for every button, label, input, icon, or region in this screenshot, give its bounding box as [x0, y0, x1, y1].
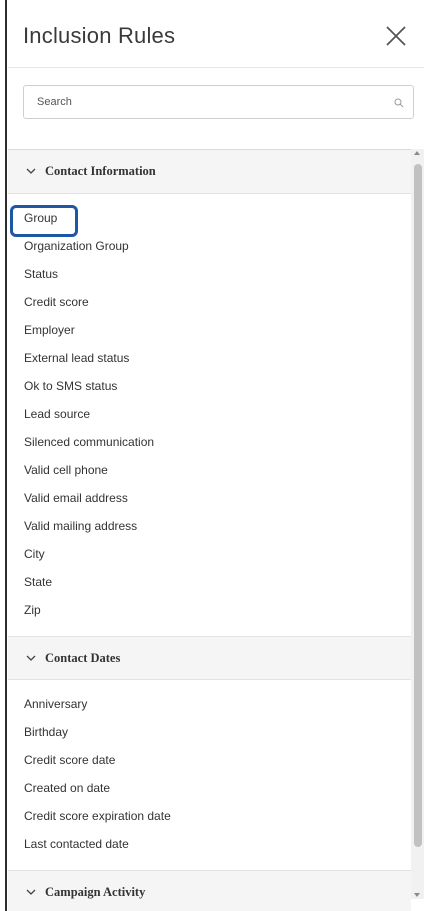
list-item-label: Lead source [24, 407, 91, 421]
list-item[interactable]: City [8, 540, 411, 568]
list-item-label: Valid mailing address [24, 519, 138, 533]
list-item-label: Last contacted date [24, 837, 129, 851]
inclusion-rules-panel: Inclusion Rules Contact Information Grou… [8, 8, 424, 911]
list-item-label: Created on date [24, 781, 111, 795]
section-header-contact-dates[interactable]: Contact Dates [8, 636, 411, 680]
list-item[interactable]: Created on date [8, 774, 411, 802]
list-item-label: City [24, 547, 45, 561]
list-item[interactable]: Valid cell phone [8, 456, 411, 484]
list-item[interactable]: State [8, 568, 411, 596]
vertical-scrollbar[interactable] [411, 149, 424, 899]
list-item[interactable]: Anniversary [8, 690, 411, 718]
list-item-label: Organization Group [24, 239, 129, 253]
list-item[interactable]: Valid email address [8, 484, 411, 512]
list-item[interactable]: Employer [8, 316, 411, 344]
list-item[interactable]: External lead status [8, 344, 411, 372]
list-item[interactable]: Credit score expiration date [8, 802, 411, 830]
list-item[interactable]: Credit score [8, 288, 411, 316]
list-item-label: Ok to SMS status [24, 379, 118, 393]
section-title: Contact Dates [45, 650, 121, 665]
list-item[interactable]: Organization Group [8, 232, 411, 260]
close-button[interactable] [384, 24, 408, 48]
rules-list[interactable]: Contact Information Group Organization G… [8, 149, 411, 911]
list-item-label: Credit score [24, 295, 89, 309]
section-header-campaign-activity[interactable]: Campaign Activity [8, 870, 411, 911]
list-item-label: Zip [24, 603, 41, 617]
section-title: Campaign Activity [45, 884, 146, 899]
list-item-label: State [24, 575, 53, 589]
scrollbar-thumb[interactable] [414, 164, 422, 847]
panel-header: Inclusion Rules [8, 8, 424, 68]
list-item[interactable]: Zip [8, 596, 411, 624]
list-item-label: Valid cell phone [24, 463, 108, 477]
list-item-label: Silenced communication [24, 435, 155, 449]
list-item[interactable]: Ok to SMS status [8, 372, 411, 400]
list-item[interactable]: Last contacted date [8, 830, 411, 858]
search-box [23, 85, 414, 119]
list-item-label: Anniversary [24, 697, 88, 711]
close-x-icon [386, 26, 406, 46]
list-item-label: Credit score expiration date [24, 809, 171, 823]
list-item-label: Birthday [24, 725, 69, 739]
search-input[interactable] [24, 86, 384, 118]
chevron-down-icon [26, 655, 36, 661]
panel-title: Inclusion Rules [23, 23, 176, 48]
section-header-contact-information[interactable]: Contact Information [8, 150, 411, 194]
scroll-up-arrow-icon[interactable] [414, 151, 420, 155]
chevron-down-icon [26, 889, 36, 895]
scroll-down-arrow-icon[interactable] [414, 893, 420, 897]
section-items-contact-dates: Anniversary Birthday Credit score date C… [8, 680, 411, 870]
list-item[interactable]: Lead source [8, 400, 411, 428]
section-title: Contact Information [45, 164, 156, 178]
list-item[interactable]: Birthday [8, 718, 411, 746]
list-item-group[interactable]: Group [8, 204, 411, 237]
list-item[interactable]: Status [8, 260, 411, 288]
list-item-label: Valid email address [24, 491, 128, 505]
window-edge [0, 0, 7, 911]
section-items-contact-information: Group Organization Group Status Credit s… [8, 194, 411, 636]
list-item-label: Employer [24, 323, 75, 337]
list-item-label: Status [24, 267, 59, 281]
list-item[interactable]: Credit score date [8, 746, 411, 774]
chevron-down-icon [26, 168, 36, 174]
list-item[interactable]: Silenced communication [8, 428, 411, 456]
list-item-label: Credit score date [24, 753, 116, 767]
search-icon[interactable] [394, 98, 404, 108]
list-item[interactable]: Valid mailing address [8, 512, 411, 540]
list-item-label: External lead status [24, 351, 130, 365]
